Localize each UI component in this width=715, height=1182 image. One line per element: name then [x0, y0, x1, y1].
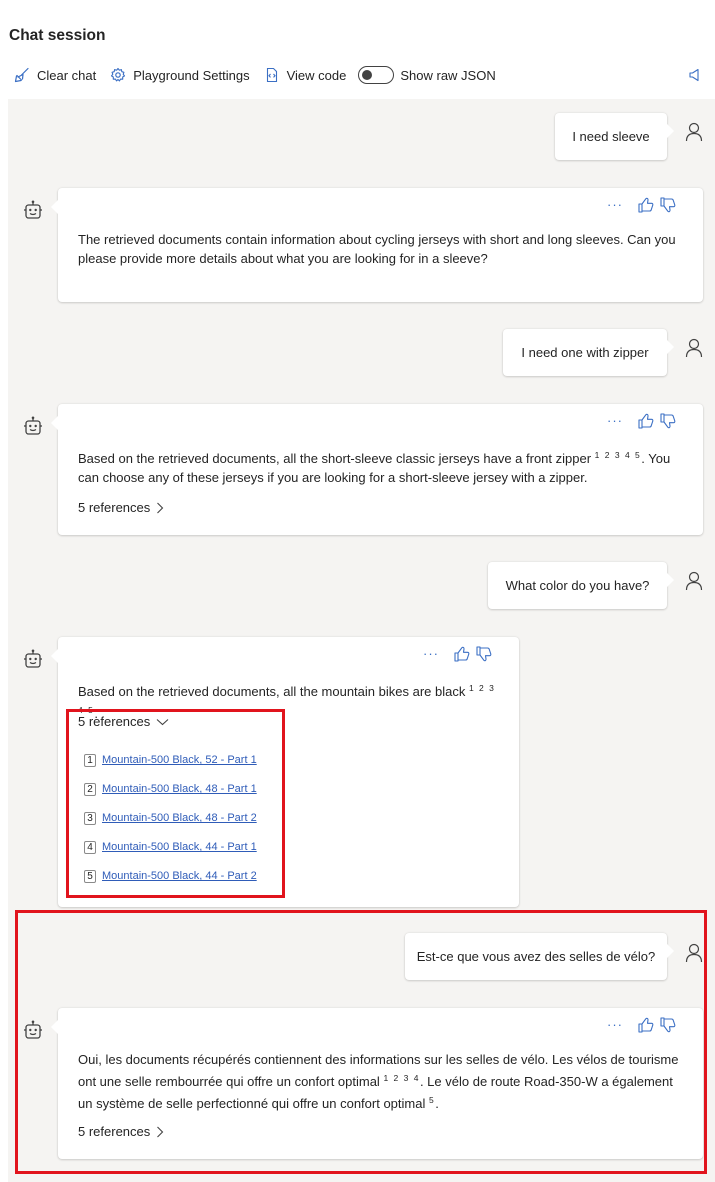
user-message: What color do you have? — [488, 562, 674, 609]
message-text-part: Based on the retrieved documents, all th… — [78, 451, 592, 466]
reference-link[interactable]: Mountain-500 Black, 44 - Part 1 — [102, 838, 257, 857]
show-raw-json-label: Show raw JSON — [400, 67, 496, 83]
references-toggle[interactable]: 5 references — [78, 712, 169, 731]
playground-settings-label: Playground Settings — [133, 67, 250, 83]
speaker-icon[interactable] — [688, 67, 702, 83]
assistant-message-text: The retrieved documents contain informat… — [78, 232, 676, 266]
reference-item[interactable]: 2 Mountain-500 Black, 48 - Part 1 — [84, 780, 257, 799]
raw-json-toggle[interactable] — [358, 66, 395, 84]
bot-avatar-icon — [24, 200, 42, 219]
reference-number: 3 — [84, 812, 96, 825]
more-options-button[interactable]: ··· — [607, 411, 623, 430]
user-avatar-icon — [685, 122, 703, 142]
references-label: 5 references — [78, 714, 151, 729]
bot-avatar-icon — [24, 649, 42, 668]
user-avatar-icon — [685, 338, 703, 358]
message-actions: ··· — [423, 644, 493, 663]
thumbs-down-icon[interactable] — [659, 412, 677, 429]
broom-icon — [14, 67, 29, 83]
references-toggle[interactable]: 5 references — [78, 498, 164, 517]
user-message-text: I need one with zipper — [521, 345, 649, 360]
reference-item[interactable]: 3 Mountain-500 Black, 48 - Part 2 — [84, 809, 257, 828]
citation-numbers[interactable]: 1 2 3 4 5 — [595, 450, 642, 460]
bot-avatar-icon — [24, 1020, 42, 1039]
reference-number: 2 — [84, 783, 96, 796]
reference-link[interactable]: Mountain-500 Black, 48 - Part 2 — [102, 809, 257, 828]
reference-item[interactable]: 5 Mountain-500 Black, 44 - Part 2 — [84, 867, 257, 886]
assistant-message: ··· The retrieved documents contain info… — [51, 188, 703, 302]
view-code-label: View code — [286, 67, 347, 83]
message-actions: ··· — [607, 411, 677, 430]
reference-link[interactable]: Mountain-500 Black, 44 - Part 2 — [102, 867, 257, 886]
user-message-text: Est-ce que vous avez des selles de vélo? — [416, 949, 656, 964]
playground-settings-button[interactable]: Playground Settings — [110, 67, 250, 83]
user-avatar-icon — [685, 943, 703, 963]
reference-item[interactable]: 1 Mountain-500 Black, 52 - Part 1 — [84, 751, 257, 770]
reference-number: 1 — [84, 754, 96, 767]
references-toggle[interactable]: 5 references — [78, 1122, 164, 1141]
assistant-message-text: Oui, les documents récupérés contiennent… — [78, 1050, 681, 1113]
assistant-message-text: Based on the retrieved documents, all th… — [78, 446, 681, 487]
chevron-right-icon — [157, 1126, 164, 1137]
thumbs-down-icon[interactable] — [475, 645, 493, 662]
user-message: Est-ce que vous avez des selles de vélo? — [405, 933, 674, 980]
reference-link[interactable]: Mountain-500 Black, 52 - Part 1 — [102, 751, 257, 770]
user-message-text: What color do you have? — [505, 578, 650, 593]
user-message-text: I need sleeve — [572, 129, 650, 144]
message-text-part: Based on the retrieved documents, all th… — [78, 684, 466, 699]
toggle-knob — [362, 69, 373, 80]
message-actions: ··· — [607, 195, 677, 214]
view-code-button[interactable]: View code — [264, 67, 347, 83]
user-message: I need sleeve — [555, 113, 674, 160]
thumbs-up-icon[interactable] — [637, 197, 655, 213]
user-message: I need one with zipper — [503, 329, 674, 376]
chevron-down-icon — [156, 718, 169, 725]
chat-toolbar: Clear chat Playground Settings View code… — [14, 64, 496, 86]
user-avatar-icon — [685, 571, 703, 591]
assistant-message: ··· Based on the retrieved documents, al… — [51, 637, 519, 907]
chevron-right-icon — [157, 502, 164, 513]
clear-chat-label: Clear chat — [37, 67, 97, 83]
gear-icon — [111, 67, 126, 82]
more-options-button[interactable]: ··· — [607, 1015, 623, 1034]
assistant-message: ··· Based on the retrieved documents, al… — [51, 404, 703, 535]
clear-chat-button[interactable]: Clear chat — [14, 67, 96, 83]
reference-number: 4 — [84, 841, 96, 854]
references-label: 5 references — [78, 500, 151, 515]
thumbs-up-icon[interactable] — [637, 1017, 655, 1033]
more-options-button[interactable]: ··· — [607, 195, 623, 214]
citation-numbers[interactable]: 1 2 3 4 — [383, 1073, 420, 1083]
reference-item[interactable]: 4 Mountain-500 Black, 44 - Part 1 — [84, 838, 257, 857]
references-label: 5 references — [78, 1124, 151, 1139]
message-text-part: . — [435, 1096, 439, 1111]
thumbs-up-icon[interactable] — [637, 413, 655, 429]
page-title: Chat session — [9, 27, 106, 44]
message-actions: ··· — [607, 1015, 677, 1034]
bot-avatar-icon — [24, 416, 42, 435]
thumbs-up-icon[interactable] — [453, 646, 471, 662]
code-file-icon — [266, 67, 277, 83]
assistant-message: ··· Oui, les documents récupérés contien… — [51, 1008, 703, 1159]
thumbs-down-icon[interactable] — [659, 1016, 677, 1033]
reference-link[interactable]: Mountain-500 Black, 48 - Part 1 — [102, 780, 257, 799]
reference-number: 5 — [84, 870, 96, 883]
more-options-button[interactable]: ··· — [423, 644, 439, 663]
thumbs-down-icon[interactable] — [659, 196, 677, 213]
